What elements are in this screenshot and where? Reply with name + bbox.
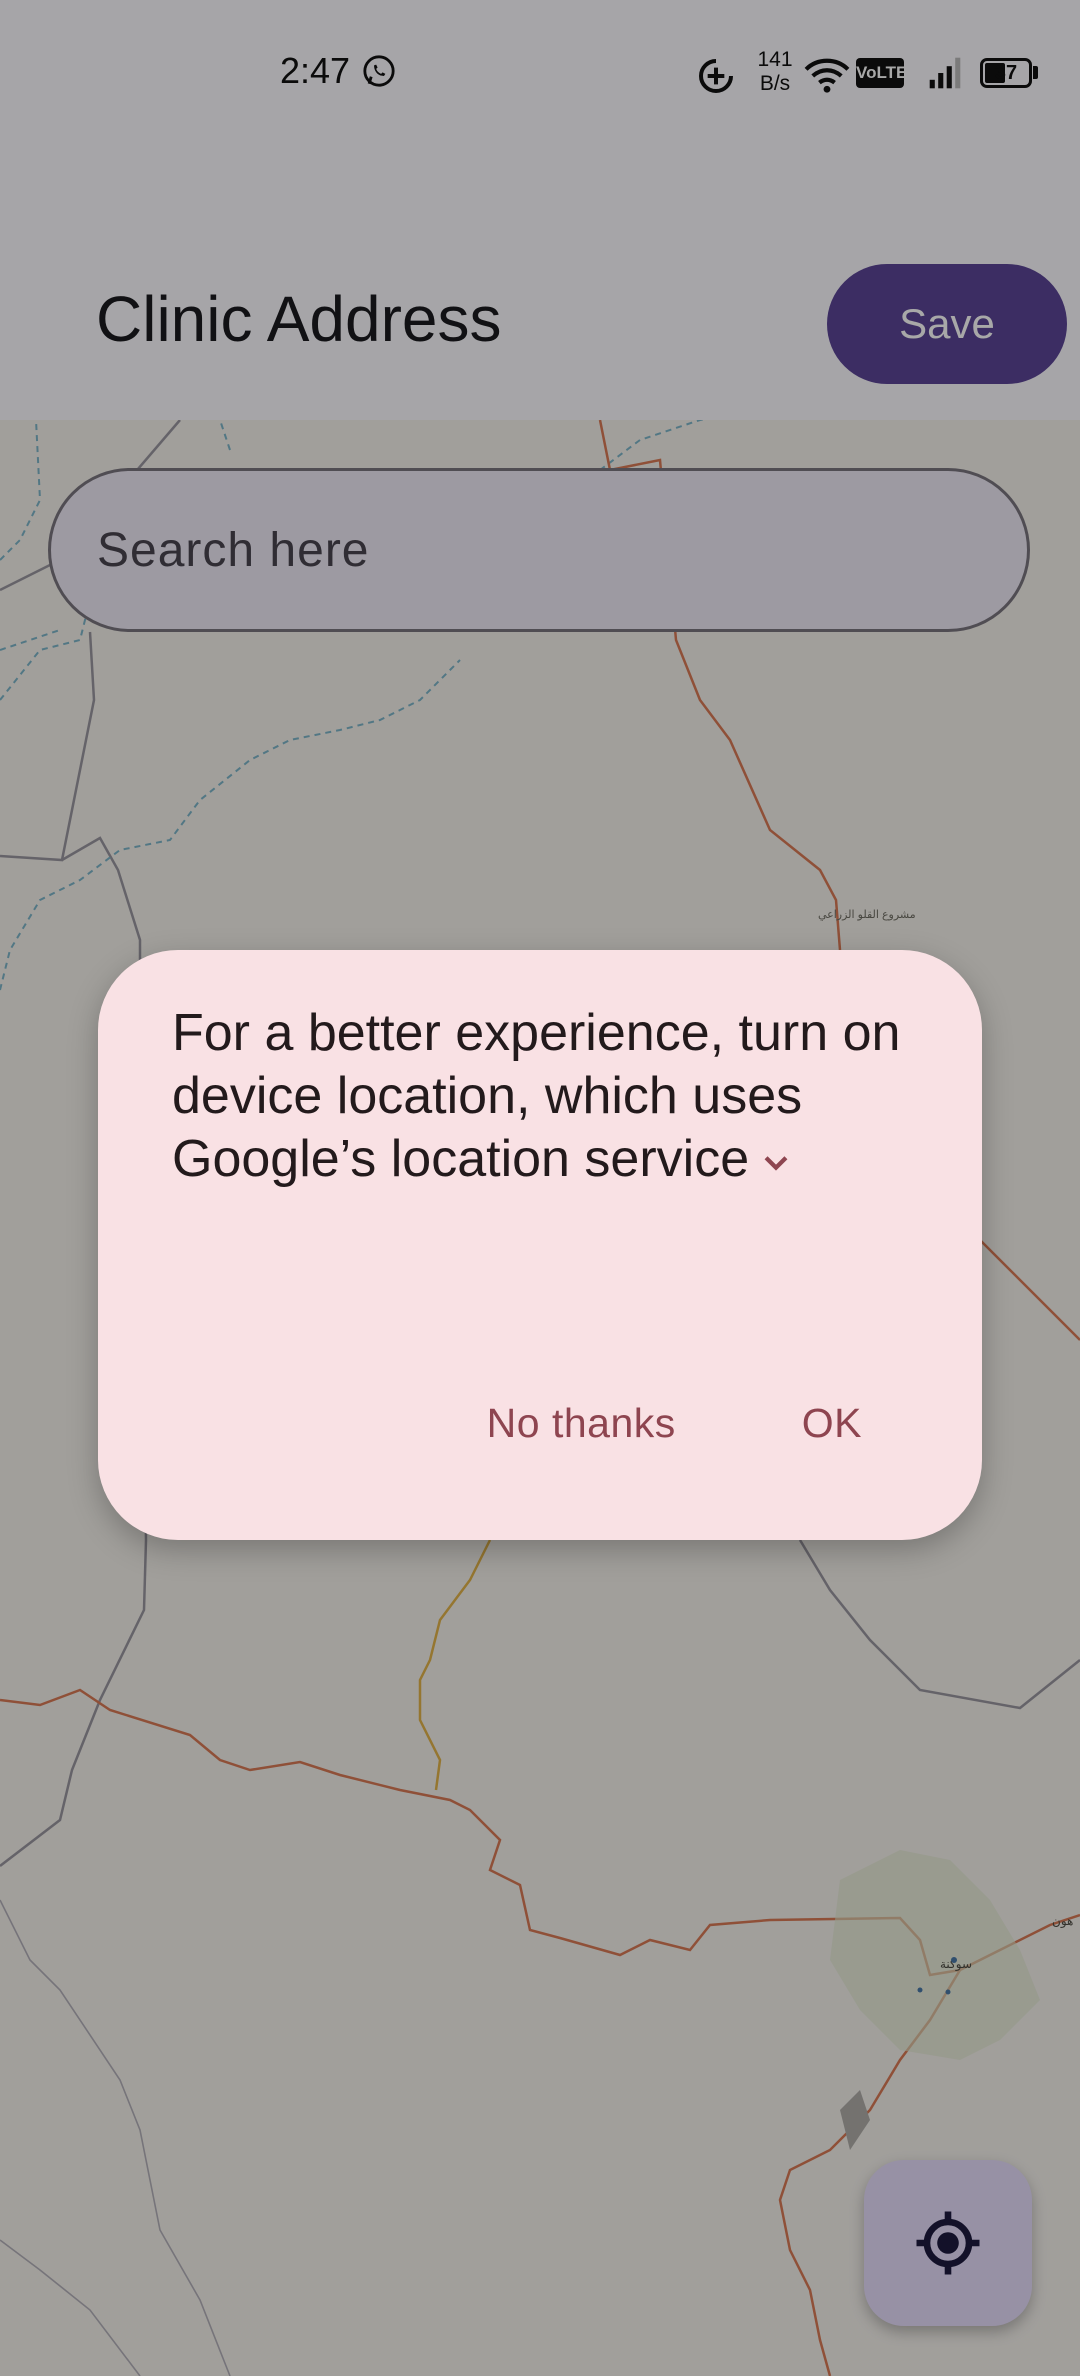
location-dialog: For a better experience, turn on device … (98, 950, 982, 1540)
screen: مشروع القلو الزراعي سوكنة هون 2:47 141 B… (0, 0, 1080, 2376)
dialog-message-container: For a better experience, turn on device … (172, 1002, 932, 1191)
chevron-down-icon[interactable] (759, 1145, 793, 1179)
dialog-actions: No thanks OK (487, 1400, 862, 1447)
ok-button[interactable]: OK (802, 1400, 862, 1447)
no-thanks-button[interactable]: No thanks (487, 1400, 676, 1447)
